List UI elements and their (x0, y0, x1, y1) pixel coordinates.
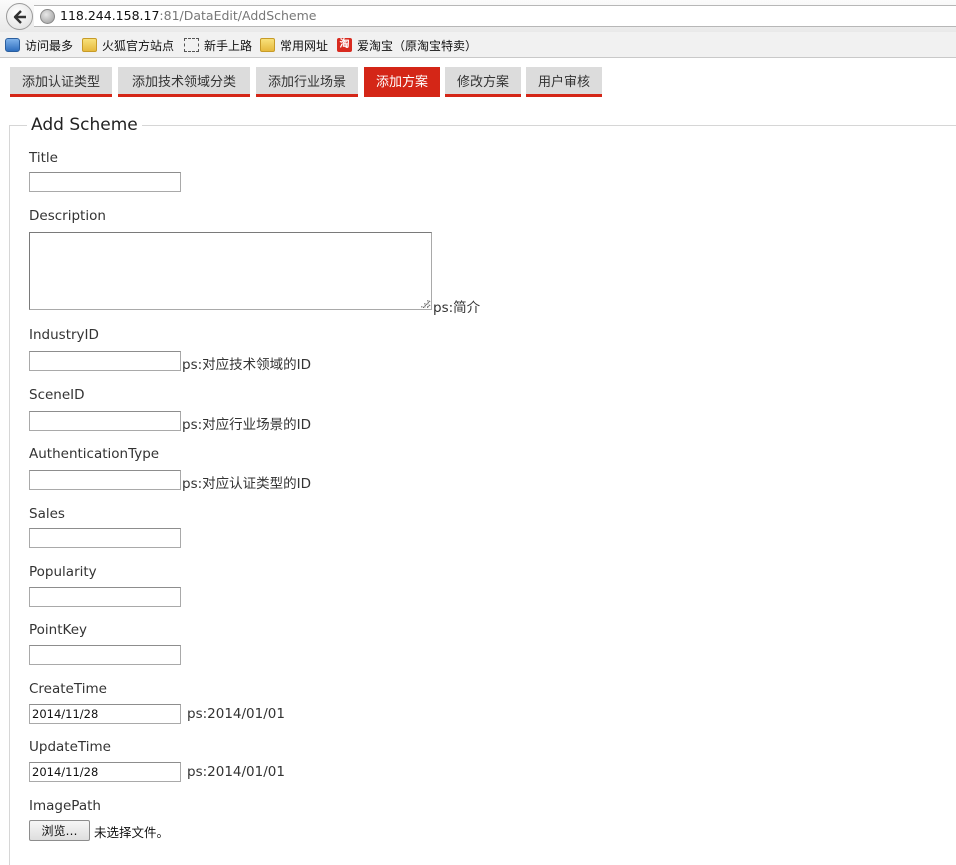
create-time-label: CreateTime (29, 681, 107, 697)
create-time-hint: ps:2014/01/01 (187, 706, 285, 722)
browse-file-button[interactable]: 浏览… (29, 820, 90, 841)
bookmark-label: 火狐官方站点 (102, 38, 175, 53)
url-path: :81/DataEdit/AddScheme (159, 8, 317, 23)
bookmark-getting-started[interactable]: 新手上路 (184, 36, 252, 54)
scene-id-hint: ps:对应行业场景的ID (182, 417, 312, 433)
resize-grip-icon[interactable] (419, 298, 429, 308)
bookmark-most-visited[interactable]: 访问最多 (5, 36, 73, 54)
bookmarks-toolbar: 访问最多 火狐官方站点 新手上路 常用网址 淘 爱淘宝（原淘宝特卖） (0, 34, 956, 56)
industry-id-hint: ps:对应技术领域的ID (182, 357, 312, 373)
industry-id-label: IndustryID (29, 327, 99, 343)
folder-icon (82, 38, 97, 52)
title-input[interactable] (29, 172, 181, 192)
bookmark-label: 爱淘宝（原淘宝特卖） (357, 38, 478, 53)
address-bar[interactable]: 118.244.158.17:81/DataEdit/AddScheme (34, 5, 956, 27)
industry-id-input[interactable] (29, 351, 181, 371)
bookmark-common-sites[interactable]: 常用网址 (260, 36, 328, 54)
globe-icon (40, 9, 55, 24)
tab-add-tech-field[interactable]: 添加技术领域分类 (118, 67, 250, 97)
tab-add-industry-scene[interactable]: 添加行业场景 (256, 67, 358, 97)
description-textarea[interactable] (29, 232, 432, 310)
description-hint: ps:简介 (433, 300, 481, 316)
sales-label: Sales (29, 506, 65, 522)
bookmark-firefox-official[interactable]: 火狐官方站点 (82, 36, 174, 54)
bookmark-label: 访问最多 (25, 38, 74, 53)
update-time-input[interactable] (29, 762, 181, 782)
update-time-label: UpdateTime (29, 739, 111, 755)
popularity-label: Popularity (29, 564, 97, 580)
back-button[interactable] (6, 3, 33, 30)
bookmark-label: 新手上路 (204, 38, 253, 53)
title-label: Title (29, 150, 58, 166)
authentication-type-hint: ps:对应认证类型的ID (182, 476, 312, 492)
folder-icon (260, 38, 275, 52)
popularity-input[interactable] (29, 587, 181, 607)
description-label: Description (29, 208, 106, 224)
authentication-type-label: AuthenticationType (29, 446, 160, 462)
authentication-type-input[interactable] (29, 470, 181, 490)
create-time-input[interactable] (29, 704, 181, 724)
browser-chrome: 118.244.158.17:81/DataEdit/AddScheme 访问最… (0, 0, 956, 58)
navigation-bar: 118.244.158.17:81/DataEdit/AddScheme (0, 0, 956, 32)
back-arrow-icon (13, 10, 26, 24)
update-time-hint: ps:2014/01/01 (187, 764, 285, 780)
point-key-input[interactable] (29, 645, 181, 665)
sales-input[interactable] (29, 528, 181, 548)
url-text[interactable]: 118.244.158.17:81/DataEdit/AddScheme (60, 8, 317, 23)
image-path-label: ImagePath (29, 798, 101, 814)
most-visited-icon (5, 38, 20, 52)
scene-id-input[interactable] (29, 411, 181, 431)
scene-id-label: SceneID (29, 387, 85, 403)
point-key-label: PointKey (29, 622, 87, 638)
tab-user-review[interactable]: 用户审核 (526, 67, 602, 97)
bookmark-label: 常用网址 (280, 38, 329, 53)
tab-add-scheme[interactable]: 添加方案 (364, 67, 440, 97)
taobao-icon: 淘 (337, 38, 352, 52)
form-legend: Add Scheme (27, 115, 142, 135)
dashed-page-icon (184, 38, 199, 52)
tab-add-auth-type[interactable]: 添加认证类型 (10, 67, 112, 97)
tab-edit-scheme[interactable]: 修改方案 (445, 67, 521, 97)
url-host: 118.244.158.17 (60, 8, 160, 23)
bookmark-taobao[interactable]: 淘 爱淘宝（原淘宝特卖） (337, 36, 477, 54)
file-status-text: 未选择文件。 (94, 825, 170, 840)
